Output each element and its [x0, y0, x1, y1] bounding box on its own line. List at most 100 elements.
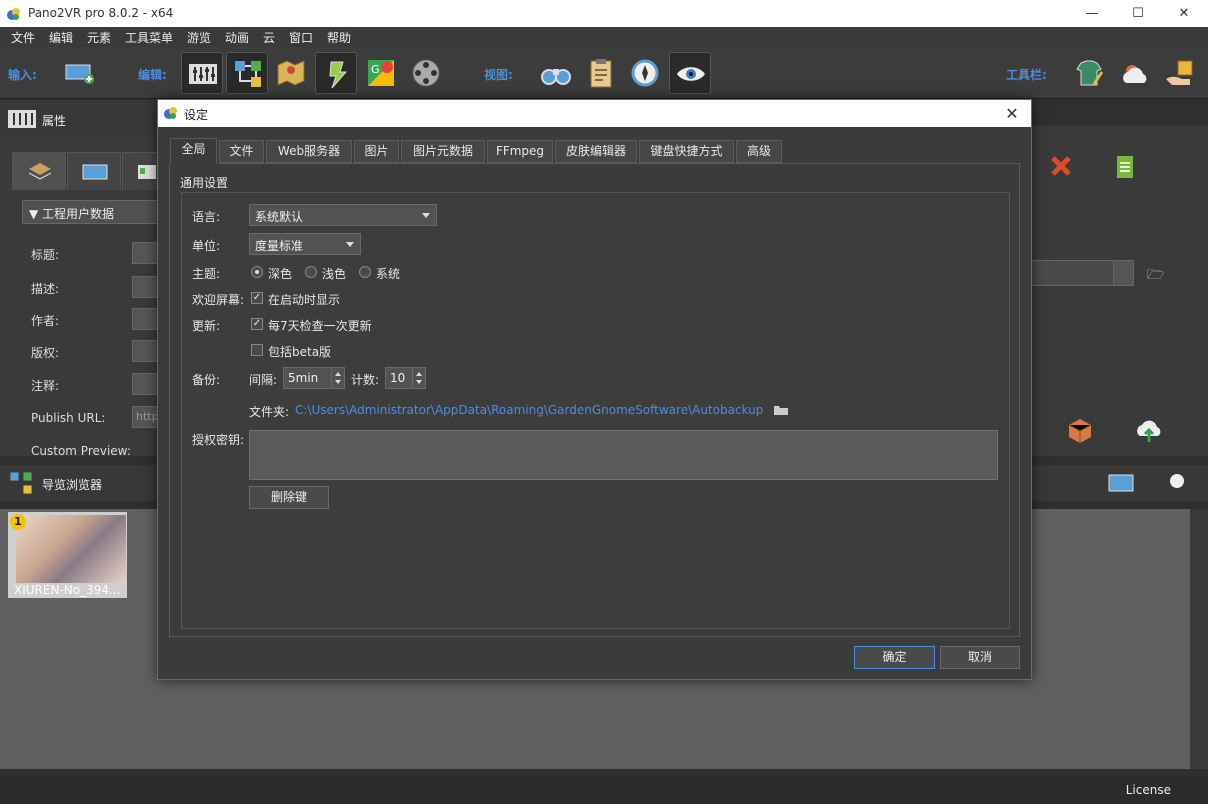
publish-url-field[interactable]: http: [132, 406, 160, 428]
update-check-checkbox[interactable]: ✓: [251, 318, 263, 330]
tab-ffmpeg[interactable]: FFmpeg: [487, 140, 553, 163]
welcome-checkbox[interactable]: ✓: [251, 292, 263, 304]
language-value: 系统默认: [255, 210, 304, 224]
description-field[interactable]: [132, 276, 160, 298]
open-folder-icon[interactable]: 🗁: [1147, 264, 1164, 288]
chevron-down-icon: [346, 242, 354, 247]
delete-key-button[interactable]: 删除键: [249, 486, 329, 509]
label-description: 描述:: [31, 282, 60, 296]
tab-panorama[interactable]: [67, 152, 121, 190]
menu-elements[interactable]: 元素: [87, 29, 111, 46]
menu-tools[interactable]: 工具菜单: [125, 29, 173, 46]
welcome-label: 欢迎屏幕:: [192, 293, 245, 307]
cloud-upload-icon: [1137, 420, 1161, 442]
count-stepper[interactable]: [412, 368, 425, 388]
tab-project[interactable]: [12, 152, 66, 190]
package-tool-button[interactable]: [1159, 52, 1201, 94]
comment-field[interactable]: [132, 373, 160, 395]
tab-images[interactable]: 图片: [354, 140, 399, 163]
tab-keyboard-shortcuts[interactable]: 键盘快捷方式: [639, 140, 734, 163]
properties-panel: ▼ 工程用户数据 标题: 描述: 作者: 版权: 注释: Publish URL…: [0, 136, 160, 458]
menu-bar: 文件 编辑 元素 工具菜单 游览 动画 云 窗口 帮助: [0, 27, 1208, 47]
interval-value: 5min: [288, 371, 319, 385]
language-select[interactable]: 系统默认: [249, 204, 437, 226]
menu-file[interactable]: 文件: [11, 29, 35, 46]
panorama-thumbnail[interactable]: 1 XIUREN-No_394...: [8, 512, 127, 598]
properties-panel-header: 属性: [0, 100, 160, 136]
map-icon: [277, 60, 305, 86]
skin-editor-icon: [329, 61, 348, 89]
license-status[interactable]: License: [1126, 783, 1171, 797]
project-user-data-group[interactable]: ▼ 工程用户数据: [22, 200, 160, 224]
view-label: 视图:: [484, 68, 513, 82]
right-panel-background: 🗁: [1031, 126, 1208, 456]
animation-editor-button[interactable]: [405, 52, 447, 94]
interval-stepper[interactable]: [331, 368, 344, 388]
theme-system-label: 系统: [376, 267, 401, 281]
interval-label: 间隔:: [249, 373, 278, 387]
import-panorama-button[interactable]: [58, 52, 100, 94]
cloud-tool-button[interactable]: [1115, 52, 1157, 94]
dialog-close-button[interactable]: ✕: [997, 100, 1027, 127]
menu-help[interactable]: 帮助: [327, 29, 351, 46]
input-label: 输入:: [8, 68, 37, 82]
maximize-button[interactable]: ☐: [1115, 0, 1161, 27]
sliders-icon: [189, 64, 217, 84]
license-key-label: 授权密钥:: [192, 433, 245, 447]
author-field[interactable]: [132, 308, 160, 330]
viewer-button[interactable]: [535, 52, 577, 94]
skin-tool-button[interactable]: [1068, 52, 1110, 94]
package-icon: [1068, 419, 1092, 443]
label-comment: 注释:: [31, 379, 60, 393]
tour-viewer-button[interactable]: [624, 52, 666, 94]
ok-button[interactable]: 确定: [854, 646, 935, 669]
tab-global[interactable]: 全局: [170, 138, 217, 164]
menu-tour[interactable]: 游览: [187, 29, 211, 46]
map-editor-button[interactable]: [270, 52, 312, 94]
beta-checkbox[interactable]: [251, 344, 263, 356]
app-title-bar: Pano2VR pro 8.0.2 - x64 — ☐ ✕: [0, 0, 1208, 27]
google-street-view-button[interactable]: G: [360, 52, 402, 94]
menu-cloud[interactable]: 云: [263, 29, 275, 46]
new-document-icon: [1117, 156, 1133, 178]
tour-browser-button[interactable]: [226, 52, 268, 94]
title-field[interactable]: [132, 242, 160, 264]
skin-editor-button[interactable]: [315, 52, 357, 94]
output-preview-button[interactable]: [669, 52, 711, 94]
license-key-textarea[interactable]: [249, 430, 998, 480]
minimize-button[interactable]: —: [1069, 0, 1115, 27]
group-title: 工程用户数据: [42, 207, 115, 221]
count-spinbox[interactable]: 10: [385, 367, 426, 389]
interval-spinbox[interactable]: 5min: [283, 367, 345, 389]
notes-button[interactable]: [580, 52, 622, 94]
general-settings-title: 通用设置: [180, 176, 229, 190]
film-reel-icon: [412, 59, 440, 87]
unit-select[interactable]: 度量标准: [249, 233, 361, 255]
theme-dark-radio[interactable]: [251, 266, 263, 278]
tab-web-server[interactable]: Web服务器: [266, 140, 352, 163]
menu-edit[interactable]: 编辑: [49, 29, 73, 46]
image-view-icon[interactable]: [1108, 474, 1134, 492]
properties-editor-button[interactable]: [181, 52, 223, 94]
open-folder-icon[interactable]: [773, 404, 789, 416]
tab-files[interactable]: 文件: [219, 140, 264, 163]
svg-text:G: G: [371, 63, 380, 76]
cancel-button[interactable]: 取消: [940, 646, 1020, 669]
tour-browser-scrollbar[interactable]: [1190, 509, 1208, 769]
tab-image-metadata[interactable]: 图片元数据: [401, 140, 485, 163]
theme-light-radio[interactable]: [305, 266, 317, 278]
close-button[interactable]: ✕: [1161, 0, 1207, 27]
unit-value: 度量标准: [255, 239, 304, 253]
binoculars-icon: [541, 69, 571, 85]
label-publish-url: Publish URL:: [31, 411, 106, 425]
backup-folder-path[interactable]: C:\Users\Administrator\AppData\Roaming\G…: [295, 403, 763, 417]
float-panel-icon[interactable]: [1170, 474, 1184, 488]
tab-skin-editor[interactable]: 皮肤编辑器: [555, 140, 637, 163]
copyright-field[interactable]: [132, 340, 160, 362]
menu-animation[interactable]: 动画: [225, 29, 249, 46]
menu-window[interactable]: 窗口: [289, 29, 313, 46]
tab-advanced[interactable]: 高级: [736, 140, 782, 163]
theme-system-radio[interactable]: [359, 266, 371, 278]
folder-combo-arrow[interactable]: [1113, 260, 1134, 286]
tab-info[interactable]: [122, 152, 160, 190]
